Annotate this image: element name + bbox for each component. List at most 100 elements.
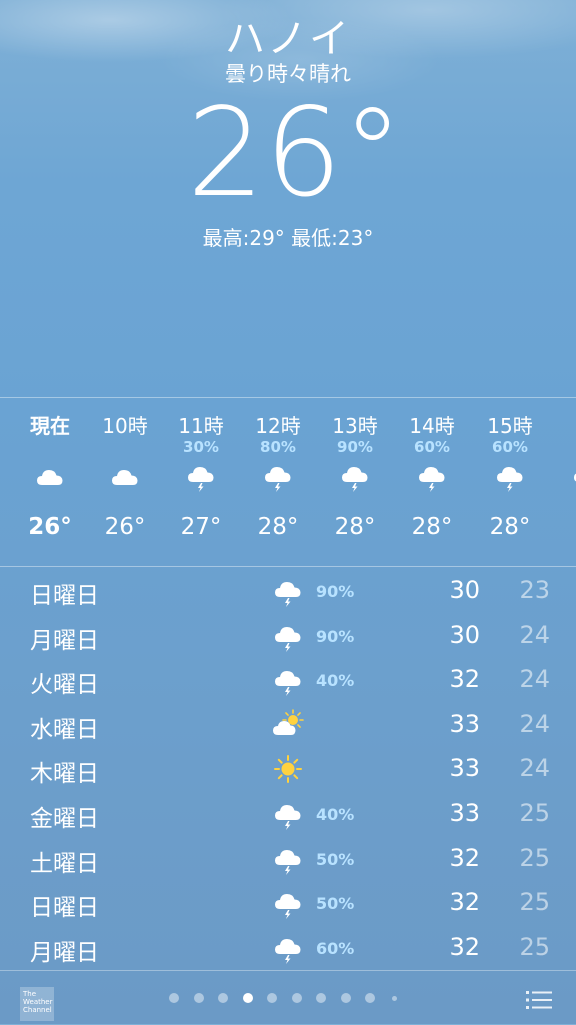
hourly-item: 1662	[548, 398, 576, 566]
hour-label: 15時	[487, 414, 533, 438]
hour-label: 10時	[102, 414, 148, 438]
day-low: 23	[519, 576, 550, 604]
day-name: 木曜日	[30, 761, 99, 788]
daily-row: 土曜日 50% 32 25	[0, 838, 576, 882]
day-name: 火曜日	[30, 672, 99, 699]
day-high: 32	[449, 932, 480, 961]
daily-row: 水曜日 33 24	[0, 704, 576, 748]
day-precip-chance: 90%	[316, 582, 355, 601]
daily-row: 金曜日 40% 33 25	[0, 793, 576, 837]
day-low: 24	[519, 709, 550, 738]
day-precip-chance: 50%	[316, 894, 355, 914]
day-high: 32	[449, 843, 480, 872]
hour-temperature: 26°	[104, 514, 146, 540]
page-dot[interactable]	[242, 993, 253, 1003]
hourly-item: 現在 26°	[11, 398, 89, 566]
thunderstorm-icon	[272, 798, 304, 830]
hour-temperature: 2	[548, 514, 576, 540]
cloud-icon	[34, 460, 66, 492]
hour-precip-chance: 30%	[183, 438, 219, 456]
hour-precip-chance: 80%	[260, 438, 296, 456]
day-name: 月曜日	[30, 939, 99, 966]
bottom-toolbar: The Weather Channel	[0, 970, 576, 1025]
page-dot[interactable]	[340, 993, 351, 1003]
day-precip-chance: 60%	[316, 938, 355, 958]
day-high: 33	[449, 799, 480, 827]
day-low: 24	[519, 620, 550, 649]
daily-row: 木曜日 33 24	[0, 748, 576, 792]
hour-label: 現在	[30, 414, 70, 438]
current-temperature: 26°	[186, 82, 404, 224]
thunderstorm-icon	[339, 460, 371, 492]
hour-precip-chance: 6	[548, 438, 576, 456]
thunderstorm-icon	[262, 460, 294, 492]
page-dot[interactable]	[267, 993, 277, 1003]
hour-label: 13時	[332, 414, 378, 438]
hour-temperature: 27°	[180, 514, 222, 540]
day-high: 30	[449, 620, 480, 649]
page-dot[interactable]	[316, 993, 326, 1003]
hourly-item: 10時 26°	[86, 398, 164, 566]
high-low-text: 最高:29° 最低:23°	[202, 226, 374, 250]
daily-row: 火曜日 40% 32 24	[0, 659, 576, 703]
hour-temperature: 28°	[489, 514, 531, 540]
hourly-item: 13時 90% 28°	[316, 398, 394, 566]
partly-sunny-icon	[272, 708, 304, 741]
city-name: ハノイ	[225, 16, 351, 62]
daily-row: 日曜日 50% 32 25	[0, 882, 576, 926]
page-dot[interactable]	[392, 995, 397, 1001]
day-high: 33	[449, 754, 480, 783]
day-precip-chance: 40%	[316, 671, 355, 691]
day-name: 土曜日	[30, 850, 99, 877]
current-conditions: ハノイ 曇り時々晴れ 26° 最高:29° 最低:23°	[0, 0, 576, 400]
hourly-item: 14時 60% 28°	[393, 398, 471, 566]
city-list-button[interactable]	[526, 989, 552, 1011]
cloud-icon	[109, 460, 141, 492]
daily-row: 月曜日 60% 32 25	[0, 927, 576, 971]
page-indicator[interactable]	[0, 993, 576, 1005]
hourly-item: 11時 30% 27°	[162, 398, 240, 566]
thunderstorm-icon	[272, 932, 304, 964]
page-dot[interactable]	[365, 993, 375, 1003]
day-name: 日曜日	[30, 895, 99, 922]
hour-label: 12時	[255, 414, 301, 438]
hourly-item: 12時 80% 28°	[239, 398, 317, 566]
hour-label: 16	[548, 410, 576, 434]
day-high: 32	[449, 665, 480, 694]
thunderstorm-icon	[494, 460, 526, 492]
thunderstorm-icon	[272, 664, 304, 697]
day-low: 25	[519, 799, 550, 827]
page-dot[interactable]	[218, 993, 228, 1003]
hour-temperature: 28°	[334, 514, 376, 540]
day-precip-chance: 40%	[316, 805, 355, 824]
day-high: 33	[449, 709, 480, 738]
sun-icon	[272, 753, 304, 785]
hour-temperature: 28°	[411, 514, 453, 540]
hour-precip-chance: 60%	[492, 438, 528, 456]
hour-label: 11時	[178, 414, 224, 438]
thunderstorm-icon	[571, 460, 576, 492]
day-low: 24	[519, 665, 550, 694]
hour-label: 14時	[409, 414, 455, 438]
thunderstorm-icon	[272, 843, 304, 875]
thunderstorm-icon	[416, 460, 448, 492]
thunderstorm-icon	[185, 460, 217, 492]
list-icon	[526, 991, 552, 1009]
day-precip-chance: 50%	[316, 849, 355, 869]
day-name: 金曜日	[30, 806, 99, 832]
hourly-item: 15時 60% 28°	[471, 398, 549, 566]
daily-row: 日曜日 90% 30 23	[0, 570, 576, 614]
day-low: 24	[519, 754, 550, 783]
day-precip-chance: 90%	[316, 626, 355, 646]
daily-row: 月曜日 90% 30 24	[0, 615, 576, 659]
day-name: 日曜日	[30, 583, 99, 609]
day-name: 水曜日	[30, 716, 99, 743]
page-dot[interactable]	[169, 993, 179, 1003]
page-dot[interactable]	[291, 993, 302, 1003]
thunderstorm-icon	[272, 887, 304, 920]
thunderstorm-icon	[272, 575, 304, 607]
hourly-forecast-strip[interactable]: 現在 26° 10時 26° 11時 30% 27° 12時 80% 28° 13時 90% 28° 14…	[0, 397, 576, 567]
hour-temperature: 26°	[28, 514, 72, 540]
page-dot[interactable]	[193, 993, 204, 1003]
day-high: 30	[449, 576, 480, 604]
